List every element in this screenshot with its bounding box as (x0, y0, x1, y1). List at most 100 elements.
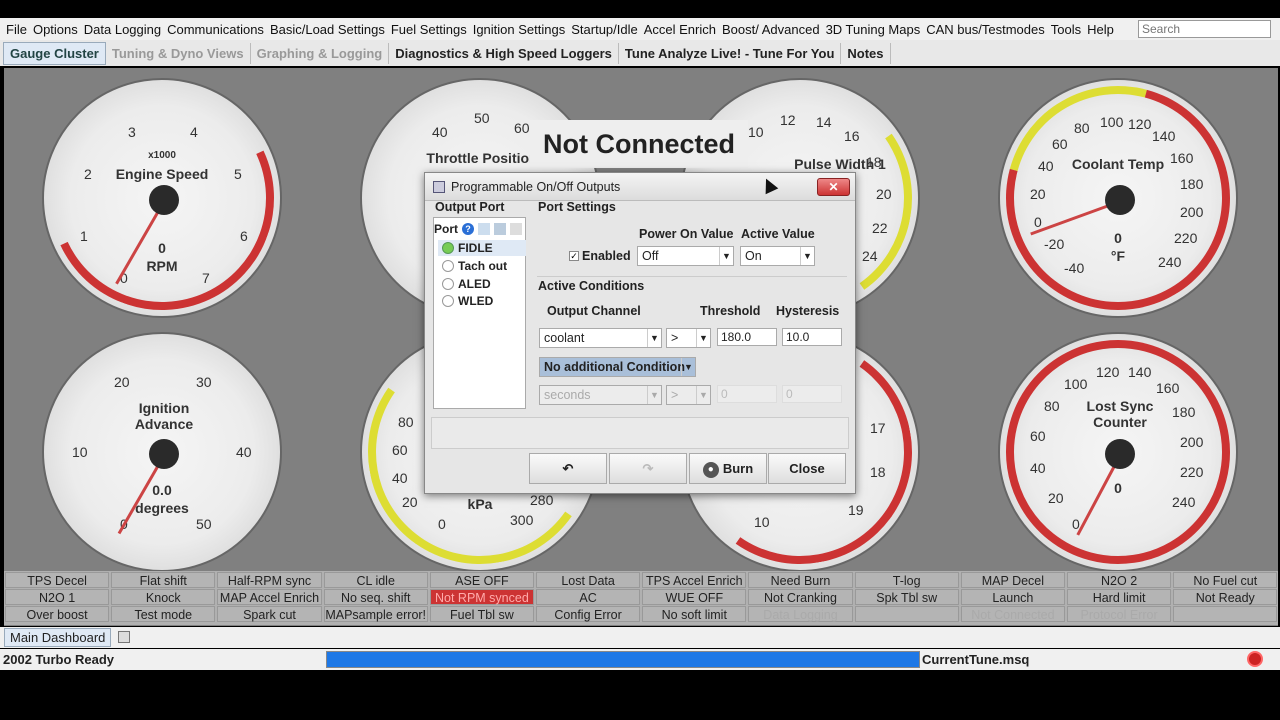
indicator-light: TPS Accel Enrich (642, 572, 747, 588)
channel2-value: seconds (544, 388, 591, 402)
coolant-tick: 160 (1170, 150, 1194, 166)
tab-tune-analyze[interactable]: Tune Analyze Live! - Tune For You (619, 42, 842, 64)
ign-tick: 30 (196, 374, 212, 390)
tab-main-dashboard[interactable]: Main Dashboard (4, 628, 112, 647)
rpm-title: Engine Speed (115, 166, 209, 182)
radio-icon (442, 242, 454, 254)
menu-file[interactable]: File (3, 22, 30, 37)
operator-select[interactable]: > ▼ (666, 328, 711, 348)
sync-tick: 240 (1172, 494, 1196, 510)
menu-can-bus[interactable]: CAN bus/Testmodes (923, 22, 1048, 37)
output-port-label: Output Port (435, 200, 505, 214)
coolant-tick: 40 (1038, 158, 1054, 174)
operator2-value: > (671, 388, 679, 402)
menu-fuel-settings[interactable]: Fuel Settings (388, 22, 470, 37)
dialog-titlebar[interactable]: Programmable On/Off Outputs ✕ (425, 173, 855, 201)
port-name: Tach out (458, 259, 508, 273)
indicator-panel: TPS Decel Flat shift Half-RPM sync CL idle A… (4, 571, 1278, 625)
output-channel-label: Output Channel (547, 304, 641, 318)
undo-button[interactable]: ↶ (529, 453, 607, 484)
indicator-light: Test mode (111, 606, 216, 622)
redo-icon: ↷ (642, 461, 654, 476)
indicator-light: TPS Decel (5, 572, 110, 588)
coolant-gauge: Coolant Temp 0 °F -40 -20 0 20 40 60 80 … (965, 45, 1271, 351)
paste-icon[interactable] (510, 223, 522, 235)
coolant-tick: 180 (1180, 176, 1204, 192)
menu-help[interactable]: Help (1084, 22, 1117, 37)
tune-file-name: CurrentTune.msq (922, 652, 1030, 667)
dashboard-icon[interactable] (118, 631, 130, 643)
map-tick: 60 (392, 442, 408, 458)
menu-communications[interactable]: Communications (164, 22, 267, 37)
burn-button[interactable]: ● Burn (689, 453, 767, 484)
indicator-light: Data Logging (748, 606, 853, 622)
menu-3d-tuning-maps[interactable]: 3D Tuning Maps (823, 22, 924, 37)
menu-startup-idle[interactable]: Startup/Idle (568, 22, 641, 37)
tab-graphing-logging[interactable]: Graphing & Logging (251, 42, 390, 64)
pw-tick: 10 (748, 124, 764, 140)
map-tick: 300 (510, 512, 534, 528)
indicator-light: Spk Tbl sw (854, 589, 959, 605)
help-icon[interactable]: ? (462, 223, 474, 235)
power-on-label: Power On Value (639, 227, 734, 241)
indicator-light: No Fuel cut (1173, 572, 1278, 588)
active-value-select[interactable]: On ▼ (740, 246, 815, 266)
edit-icon[interactable] (478, 223, 490, 235)
close-button[interactable]: Close (768, 453, 846, 484)
menu-accel-enrich[interactable]: Accel Enrich (641, 22, 719, 37)
menu-basic-load[interactable]: Basic/Load Settings (267, 22, 388, 37)
indicator-light: Flat shift (111, 572, 216, 588)
port-item-fidle[interactable]: FIDLE (438, 240, 526, 256)
active-value-value: On (745, 249, 762, 263)
sync-tick: 120 (1096, 364, 1120, 380)
stop-icon[interactable] (1247, 651, 1263, 667)
coolant-tick: 20 (1030, 186, 1046, 202)
indicator-light: Config Error (536, 606, 641, 622)
sync-title: Lost Sync Counter (1086, 398, 1154, 430)
channel2-select[interactable]: seconds ▼ (539, 385, 662, 405)
throttle-tick: 50 (474, 110, 490, 126)
chevron-down-icon: ▼ (681, 358, 695, 376)
rpm-tick: 7 (202, 270, 210, 286)
sync-tick: 100 (1064, 376, 1088, 392)
tab-bar: Gauge Cluster Tuning & Dyno Views Graphi… (0, 40, 1280, 66)
indicator-light: Not Cranking (748, 589, 853, 605)
tab-gauge-cluster[interactable]: Gauge Cluster (3, 41, 106, 65)
redo-button[interactable]: ↷ (609, 453, 687, 484)
additional-condition-select[interactable]: No additional Condition ▼ (539, 357, 696, 377)
hysteresis-input[interactable]: 10.0 (782, 328, 842, 346)
menu-boost-advanced[interactable]: Boost/ Advanced (719, 22, 823, 37)
indicator-light: T-log (854, 572, 959, 588)
not-connected-banner: Not Connected (530, 120, 748, 168)
menu-tools[interactable]: Tools (1048, 22, 1084, 37)
indicator-light: Lost Data (536, 572, 641, 588)
port-item-tach-out[interactable]: Tach out (438, 258, 526, 274)
sync-tick: 220 (1180, 464, 1204, 480)
port-item-wled[interactable]: WLED (438, 293, 526, 309)
ign-tick: 50 (196, 516, 212, 532)
tab-tuning-dyno[interactable]: Tuning & Dyno Views (106, 42, 251, 64)
indicator-light: MAP Accel Enrich (217, 589, 322, 605)
port-label: Port (434, 222, 458, 236)
search-input[interactable] (1138, 20, 1271, 38)
operator-value: > (671, 331, 679, 345)
menu-ignition-settings[interactable]: Ignition Settings (470, 22, 569, 37)
menu-bar: File Options Data Logging Communications… (0, 18, 1280, 40)
output-channel-select[interactable]: coolant ▼ (539, 328, 662, 348)
port-item-aled[interactable]: ALED (438, 276, 526, 292)
ign-tick: 10 (72, 444, 88, 460)
operator2-select[interactable]: > ▼ (666, 385, 711, 405)
hysteresis2-input[interactable]: 0 (782, 385, 842, 403)
tab-notes[interactable]: Notes (841, 42, 891, 64)
threshold-input[interactable]: 180.0 (717, 328, 777, 346)
power-on-select[interactable]: Off ▼ (637, 246, 734, 266)
threshold2-input[interactable]: 0 (717, 385, 777, 403)
indicator-light: N2O 2 (1067, 572, 1172, 588)
menu-data-logging[interactable]: Data Logging (81, 22, 164, 37)
close-icon[interactable]: ✕ (817, 178, 850, 196)
copy-icon[interactable] (494, 223, 506, 235)
enabled-checkbox[interactable]: ✓ (569, 251, 579, 261)
menu-options[interactable]: Options (30, 22, 81, 37)
chevron-down-icon: ▼ (647, 329, 661, 347)
tab-diagnostics[interactable]: Diagnostics & High Speed Loggers (389, 42, 619, 64)
